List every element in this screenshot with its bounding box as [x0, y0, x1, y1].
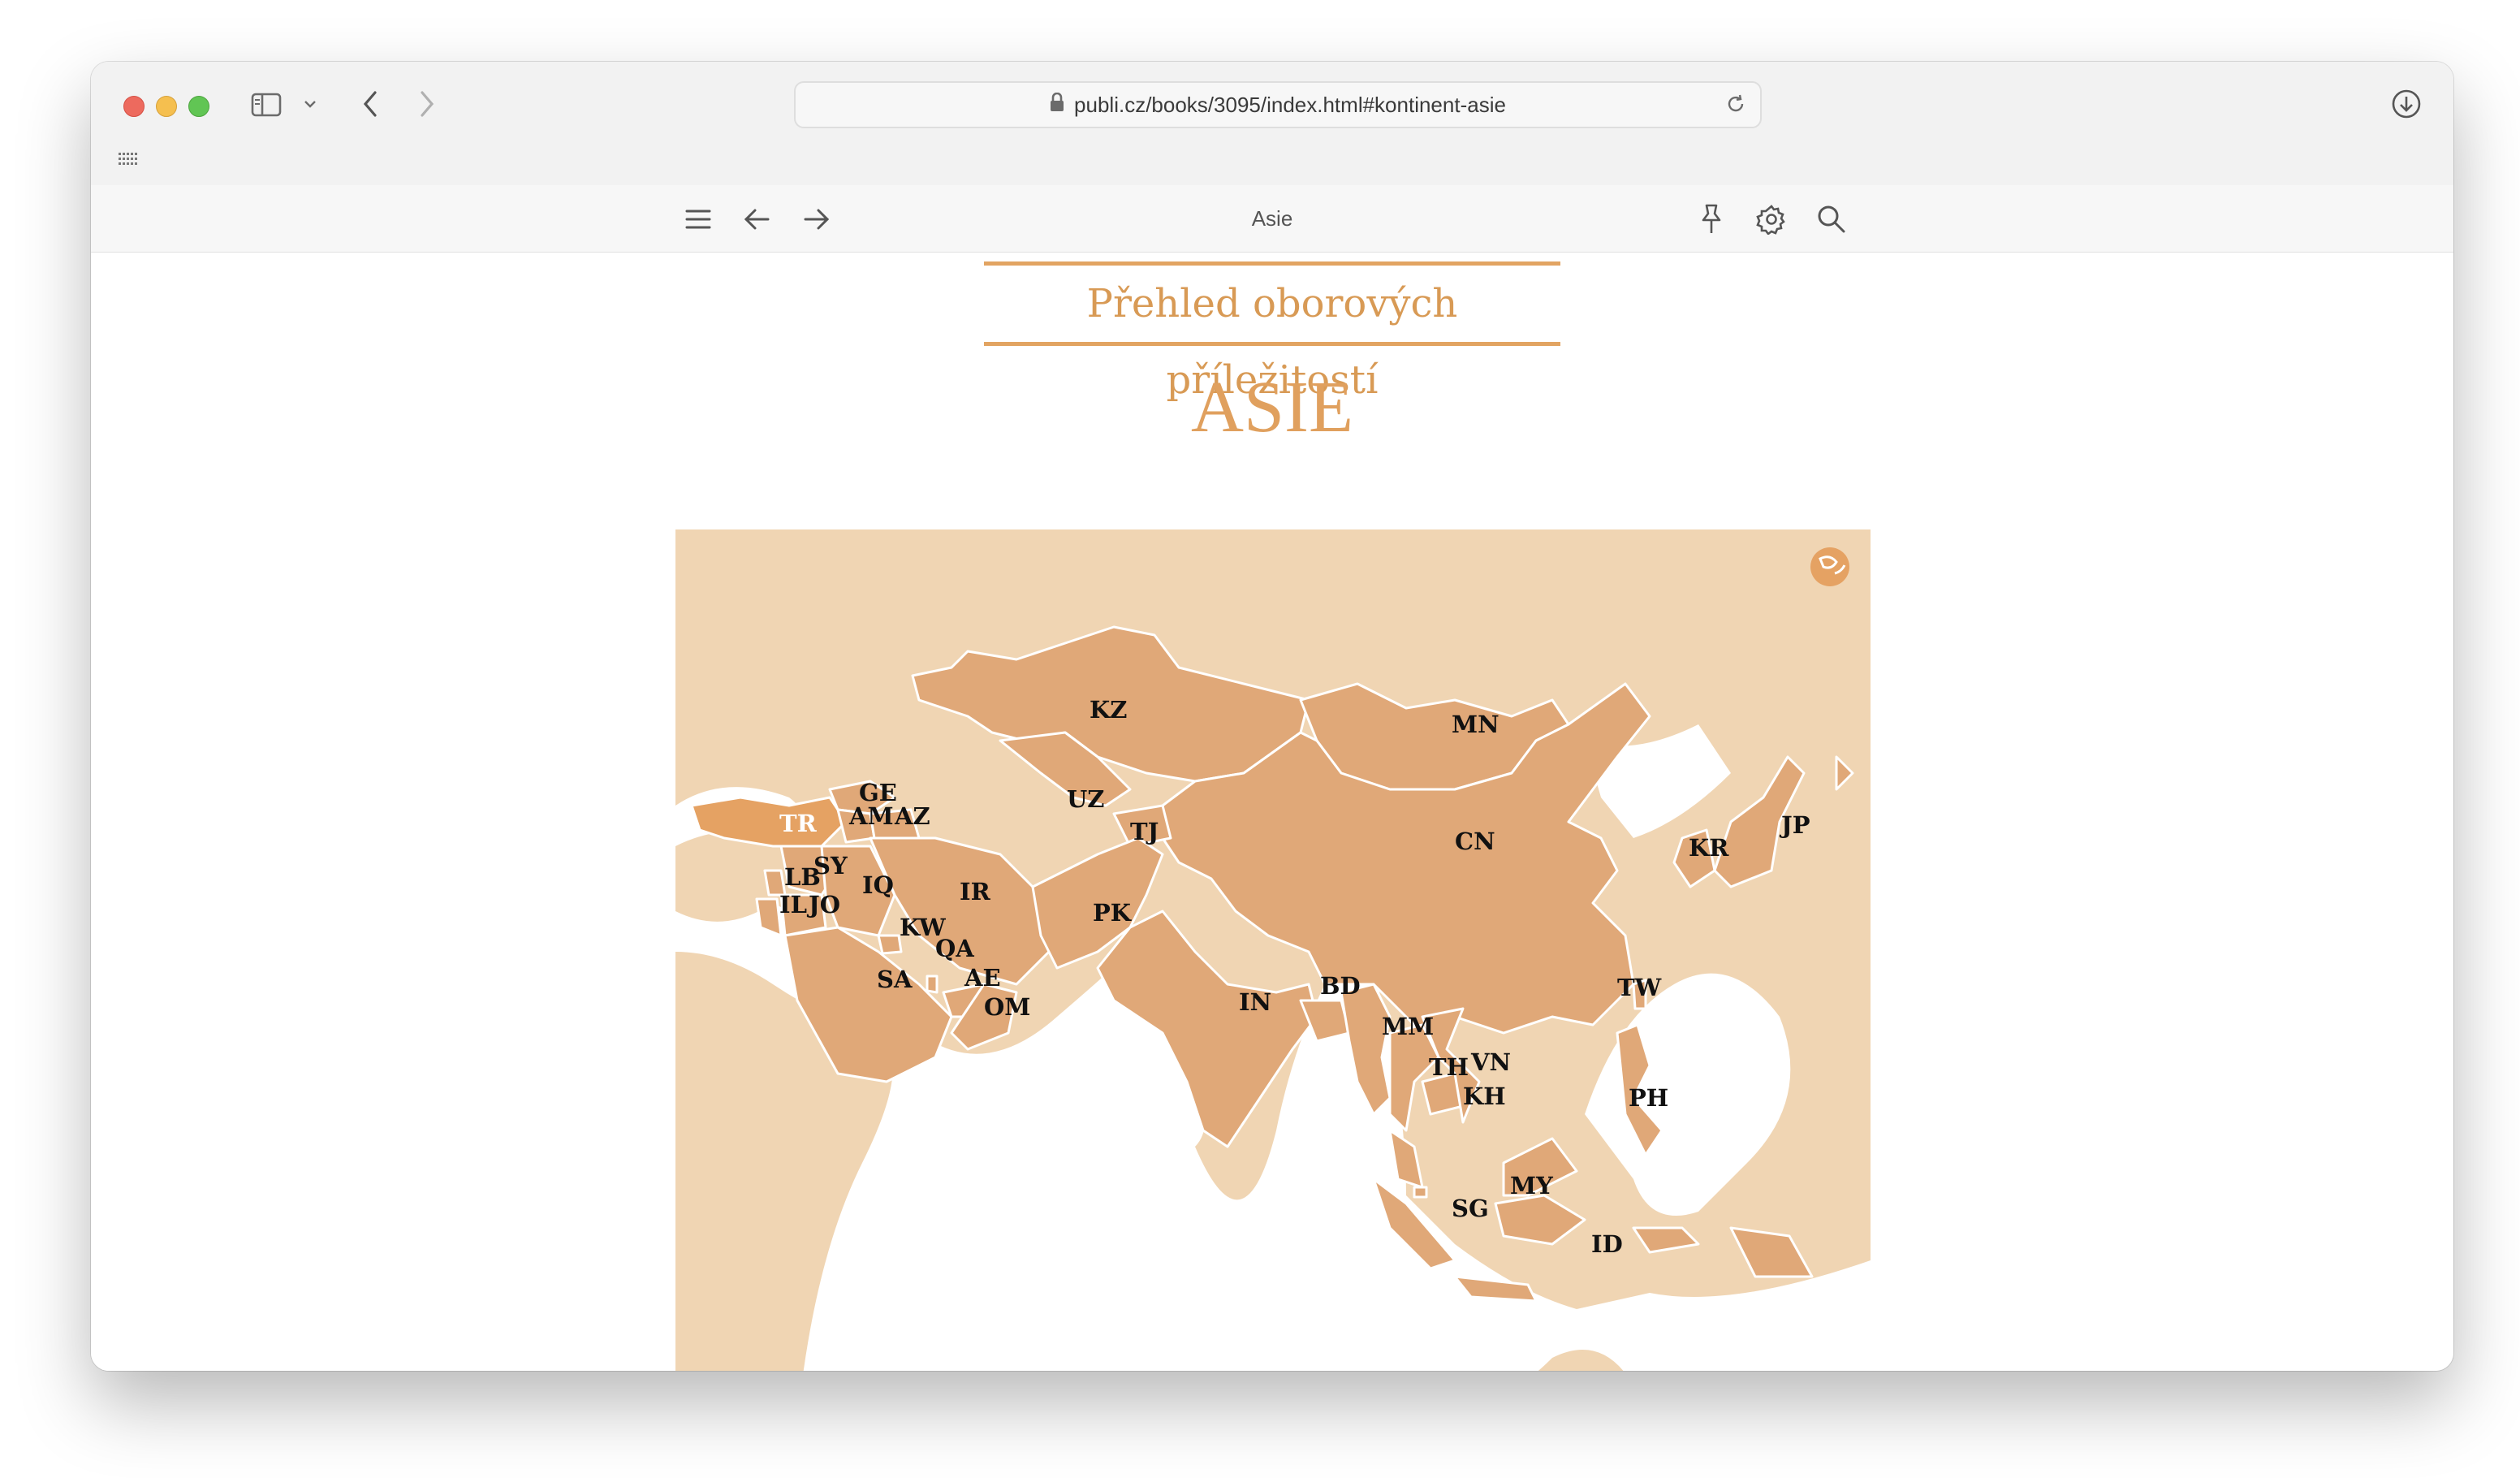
country-label-sa: SA	[877, 966, 913, 993]
country-label-vn: VN	[1470, 1048, 1511, 1076]
close-window-button[interactable]	[123, 96, 145, 117]
country-label-mm: MM	[1382, 1013, 1434, 1040]
minimize-window-button[interactable]	[156, 96, 177, 117]
zoom-window-button[interactable]	[188, 96, 209, 117]
country-sg[interactable]	[1413, 1186, 1428, 1199]
page-heading: ASIE	[1191, 367, 1353, 447]
country-label-uz: UZ	[1067, 785, 1104, 813]
country-label-tj: TJ	[1130, 818, 1159, 845]
country-label-th: TH	[1429, 1053, 1469, 1081]
country-label-az: AZ	[894, 802, 930, 830]
download-icon[interactable]	[2388, 86, 2424, 122]
gear-icon[interactable]	[1755, 203, 1788, 236]
country-kw[interactable]	[877, 934, 903, 955]
country-qa[interactable]	[926, 975, 939, 994]
country-label-my: MY	[1510, 1172, 1553, 1199]
country-label-il: IL	[779, 891, 807, 918]
country-label-jo: JO	[806, 891, 840, 918]
browser-toolbar: publi.cz/books/3095/index.html#kontinent…	[91, 62, 2453, 186]
country-label-iq: IQ	[862, 871, 894, 899]
country-label-om: OM	[984, 993, 1030, 1021]
reader-toolbar: Asie	[91, 185, 2453, 253]
browser-window: publi.cz/books/3095/index.html#kontinent…	[91, 62, 2453, 1371]
chevron-right-icon[interactable]	[411, 88, 443, 120]
country-label-cn: CN	[1455, 828, 1495, 855]
country-label-in: IN	[1239, 988, 1271, 1016]
grid-icon[interactable]	[119, 153, 138, 170]
country-label-bd: BD	[1320, 972, 1361, 1000]
lock-icon	[1050, 92, 1064, 118]
country-label-id: ID	[1591, 1230, 1623, 1258]
pin-icon[interactable]	[1695, 201, 1728, 237]
country-label-am: AM	[848, 802, 894, 830]
asia-map[interactable]: KZ MN GE AM AZ UZ TJ TR CN KR JP LB SY IQ IR IL JO PK KW QA…	[675, 529, 1871, 1371]
globe-icon[interactable]	[1810, 547, 1849, 586]
chevron-down-icon[interactable]	[302, 96, 318, 112]
country-label-tr: TR	[779, 810, 818, 837]
sidebar-icon[interactable]	[250, 91, 283, 119]
country-label-mn: MN	[1452, 711, 1499, 738]
reload-icon[interactable]	[1724, 93, 1747, 121]
reader-title: Asie	[1251, 206, 1293, 231]
url-text: publi.cz/books/3095/index.html#kontinent…	[1074, 92, 1506, 117]
address-bar[interactable]: publi.cz/books/3095/index.html#kontinent…	[794, 81, 1762, 128]
country-label-ae: AE	[964, 964, 1001, 992]
section-subtitle: Přehled oborových příležitostí	[984, 261, 1560, 403]
country-label-jp: JP	[1779, 811, 1810, 839]
country-label-ir: IR	[960, 878, 991, 905]
country-label-kz: KZ	[1090, 696, 1127, 724]
country-label-tw: TW	[1617, 974, 1662, 1001]
country-label-ph: PH	[1629, 1084, 1668, 1112]
search-icon[interactable]	[1815, 203, 1848, 236]
chevron-left-icon[interactable]	[354, 88, 386, 120]
country-label-sg: SG	[1452, 1195, 1489, 1222]
country-label-kh: KH	[1463, 1083, 1506, 1110]
country-label-pk: PK	[1093, 899, 1133, 927]
reader-content: Přehled oborových příležitostí ASIE KZ M…	[91, 253, 2453, 1371]
country-label-sy: SY	[813, 852, 848, 879]
country-label-qa: QA	[935, 935, 974, 962]
country-label-kr: KR	[1689, 834, 1729, 862]
